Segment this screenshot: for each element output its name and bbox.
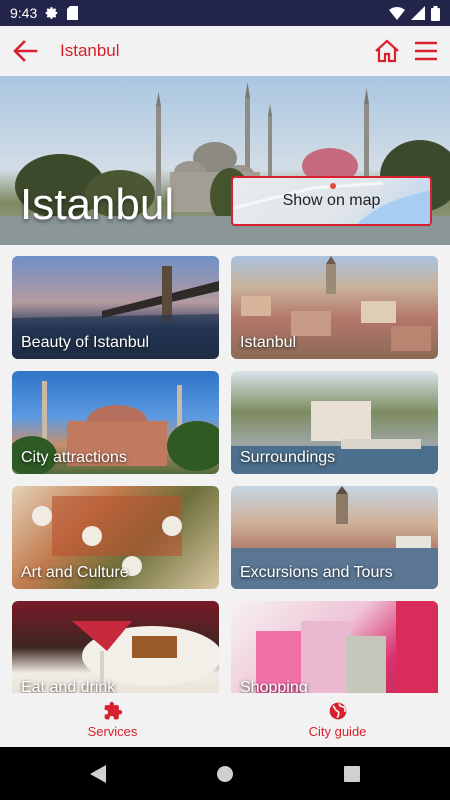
status-bar: 9:43 [0,0,450,26]
tile-eat-and-drink[interactable]: Eat and drink [12,601,219,693]
status-time: 9:43 [10,5,38,21]
nav-city-guide[interactable]: City guide [225,693,450,747]
system-nav-bar [0,747,450,800]
puzzle-icon [104,701,122,720]
tile-art-and-culture[interactable]: Art and Culture [12,486,219,589]
tile-shopping[interactable]: Shopping [231,601,438,693]
menu-icon[interactable] [414,40,438,62]
tile-label: Eat and drink [21,679,116,693]
home-circle-icon[interactable] [216,765,234,783]
back-triangle-icon[interactable] [90,764,106,783]
arrow-left-icon [13,40,38,62]
back-button[interactable] [0,26,50,76]
page-title: Istanbul [60,41,120,60]
tile-label: Istanbul [240,334,297,351]
nav-city-guide-label: City guide [308,724,367,739]
tile-city-attractions[interactable]: City attractions [12,371,219,474]
hero-banner: Istanbul Show on map [0,76,450,245]
wifi-icon [389,7,405,20]
globe-icon [329,702,346,720]
hero-title: Istanbul [20,180,175,229]
settings-icon [45,7,58,19]
tile-label: Shopping [240,679,308,693]
tile-istanbul[interactable]: Istanbul [231,256,438,359]
tile-beauty-of-istanbul[interactable]: Beauty of Istanbul [12,256,219,359]
show-on-map-label: Show on map [282,192,381,209]
tile-excursions-and-tours[interactable]: Excursions and Tours [231,486,438,589]
tile-label: City attractions [21,449,127,466]
app-bar: Istanbul [0,26,450,76]
tile-surroundings[interactable]: Surroundings [231,371,438,474]
tile-label: Beauty of Istanbul [21,334,150,351]
bottom-nav: Services City guide [0,693,450,747]
battery-icon [431,5,440,21]
show-on-map-button[interactable]: Show on map [231,176,432,226]
tile-label: Art and Culture [21,564,129,581]
home-icon[interactable] [374,39,400,63]
tile-label: Surroundings [240,449,336,466]
signal-icon [411,6,425,20]
category-grid: Beauty of Istanbul Istanbul City attract… [12,256,438,693]
sd-card-icon [67,6,79,20]
nav-services-label: Services [87,724,138,739]
tile-label: Excursions and Tours [240,564,393,581]
recents-square-icon[interactable] [344,765,360,782]
nav-services[interactable]: Services [0,693,225,747]
